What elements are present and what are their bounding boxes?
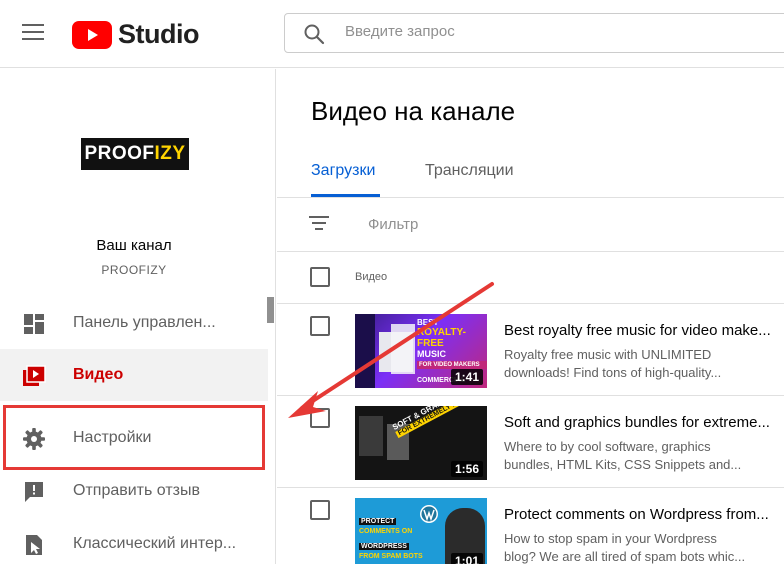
sidebar: PROOFIZY Ваш канал PROOFIZY Панель управ… bbox=[0, 69, 276, 564]
channel-title: Ваш канал bbox=[96, 237, 172, 254]
page-title: Видео на канале bbox=[311, 96, 516, 126]
video-icon bbox=[23, 365, 46, 386]
video-duration: 1:56 bbox=[450, 461, 483, 477]
sidebar-item-label: Панель управлен... bbox=[73, 314, 216, 331]
video-thumbnail[interactable]: PROTECT COMMENTS ON WORDPRESS FROM SPAM … bbox=[355, 498, 487, 564]
sidebar-item-label: Настройки bbox=[73, 429, 152, 446]
divider bbox=[277, 197, 784, 198]
sidebar-scrollbar[interactable] bbox=[267, 297, 274, 323]
search-input[interactable] bbox=[345, 23, 745, 40]
sidebar-item-feedback[interactable]: Отправить отзыв bbox=[0, 465, 268, 517]
video-thumbnail[interactable]: BEST ROYALTY-FREE MUSIC FOR VIDEO MAKERS… bbox=[355, 314, 487, 388]
column-header-video: Видео bbox=[355, 271, 388, 283]
feedback-icon bbox=[25, 482, 43, 502]
video-duration: 1:01 bbox=[450, 553, 483, 564]
channel-avatar[interactable]: PROOFIZY bbox=[81, 138, 189, 170]
sidebar-item-classic[interactable]: Классический интер... bbox=[0, 518, 268, 564]
table-row: BEST ROYALTY-FREE MUSIC FOR VIDEO MAKERS… bbox=[277, 304, 784, 396]
filter-input[interactable]: Фильтр bbox=[368, 216, 418, 233]
top-bar: Studio bbox=[0, 0, 784, 68]
video-description: How to stop spam in your Wordpress blog?… bbox=[504, 531, 746, 564]
table-row: SOFT & GRAPHIC BUNDLES FOR EXTREMELY LOW… bbox=[277, 396, 784, 488]
sidebar-item-video[interactable]: Видео bbox=[0, 349, 268, 401]
thumbnail-text: PROTECT COMMENTS ON WORDPRESS FROM SPAM … bbox=[359, 518, 423, 560]
dashboard-icon bbox=[24, 314, 44, 334]
gear-icon bbox=[23, 428, 45, 450]
tab-streams[interactable]: Трансляции bbox=[425, 162, 514, 180]
search-box[interactable] bbox=[284, 13, 784, 53]
video-title[interactable]: Soft and graphics bundles for extreme... bbox=[504, 414, 784, 431]
sidebar-item-label: Отправить отзыв bbox=[73, 482, 200, 499]
sidebar-item-label: Классический интер... bbox=[73, 535, 237, 552]
classic-icon bbox=[26, 535, 42, 555]
channel-handle: PROOFIZY bbox=[101, 263, 167, 277]
sidebar-item-dashboard[interactable]: Панель управлен... bbox=[0, 297, 268, 349]
tab-uploads[interactable]: Загрузки bbox=[311, 162, 375, 180]
select-all-checkbox[interactable] bbox=[310, 267, 330, 287]
video-description: Royalty free music with UNLIMITED downlo… bbox=[504, 347, 722, 380]
video-thumbnail[interactable]: SOFT & GRAPHIC BUNDLES FOR EXTREMELY LOW… bbox=[355, 406, 487, 480]
sidebar-item-settings[interactable]: Настройки bbox=[0, 412, 268, 464]
filter-icon[interactable] bbox=[309, 216, 329, 232]
sidebar-item-label: Видео bbox=[73, 366, 124, 383]
video-description: Where to by cool software, graphics bund… bbox=[504, 439, 742, 472]
hamburger-menu-icon[interactable] bbox=[22, 24, 44, 42]
row-checkbox[interactable] bbox=[310, 408, 330, 428]
video-title[interactable]: Best royalty free music for video make..… bbox=[504, 322, 784, 339]
youtube-play-icon bbox=[72, 20, 112, 49]
thumbnail-text: SOFT & GRAPHIC BUNDLES FOR EXTREMELY LOW… bbox=[391, 406, 487, 439]
search-icon[interactable] bbox=[303, 23, 325, 45]
divider bbox=[277, 251, 784, 252]
row-checkbox[interactable] bbox=[310, 316, 330, 336]
video-title[interactable]: Protect comments on Wordpress from... bbox=[504, 506, 784, 523]
youtube-studio-logo[interactable]: Studio bbox=[72, 19, 199, 50]
row-checkbox[interactable] bbox=[310, 500, 330, 520]
studio-wordmark: Studio bbox=[118, 19, 199, 49]
channel-logo-text: PROOFIZY bbox=[84, 143, 186, 164]
table-row: PROTECT COMMENTS ON WORDPRESS FROM SPAM … bbox=[277, 488, 784, 564]
wordpress-logo-icon bbox=[420, 505, 438, 523]
video-duration: 1:41 bbox=[450, 369, 483, 385]
